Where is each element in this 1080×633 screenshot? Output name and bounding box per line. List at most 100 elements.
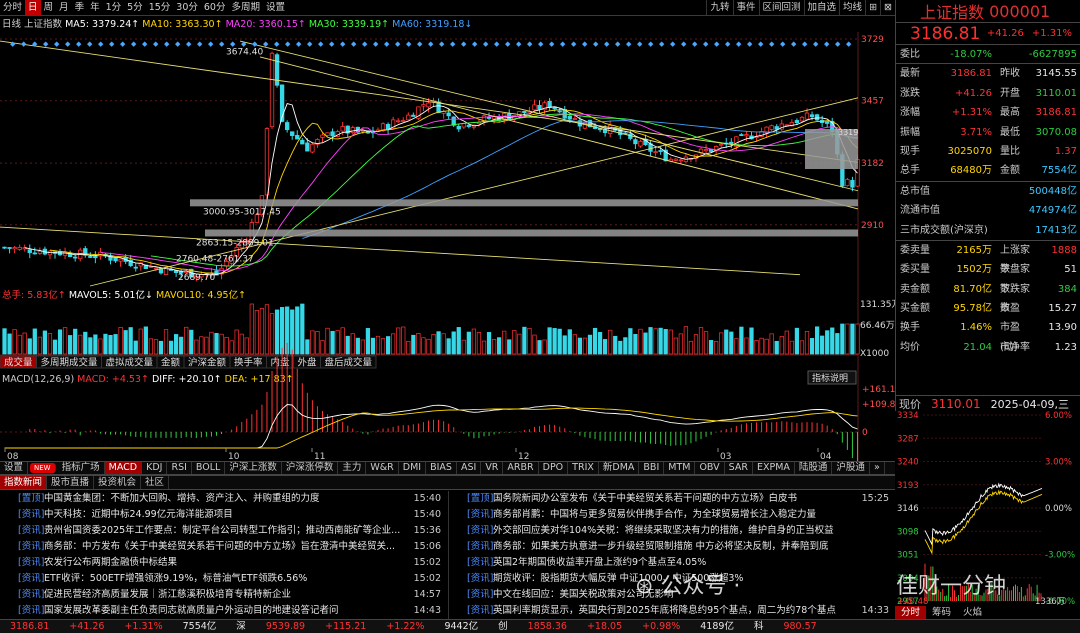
news-tab[interactable]: 指数新闻 xyxy=(0,476,48,489)
indicator-tab[interactable]: RSI xyxy=(167,462,192,474)
period-tab[interactable]: 30分 xyxy=(173,0,201,15)
indicator-tab[interactable]: » xyxy=(870,462,885,474)
indicator-tab[interactable]: 沪股通 xyxy=(832,462,870,474)
news-item[interactable]: [资讯] 商务部：中方发布《关于中美经贸关系若干问题的中方立场》旨在澄清中美经贸关… xyxy=(0,539,447,555)
indicator-tab[interactable]: 设置 xyxy=(0,462,29,474)
news-item[interactable]: [资讯] 商务部：如果美方执意进一步升级经贸限制措施 中方必将坚决反制，并奉陪到底 xyxy=(449,539,895,555)
volume-bar xyxy=(98,338,103,355)
news-headline[interactable]: 贵州省国资委2025年工作要点：制定平台公司转型工作指引；推动西南能矿等企业..… xyxy=(44,523,407,539)
indicator-tab[interactable]: ASI xyxy=(457,462,482,474)
period-tab[interactable]: 5分 xyxy=(124,0,146,15)
indicator-tab[interactable]: W&R xyxy=(366,462,399,474)
indicator-tab[interactable]: 沪深上涨数 xyxy=(225,462,282,474)
tool-button[interactable]: ⊠ xyxy=(880,0,895,15)
indicator-tab[interactable]: 新DMA xyxy=(599,462,640,474)
indicator-tab[interactable]: SAR xyxy=(725,462,753,474)
volume-bar xyxy=(799,340,805,355)
news-headline[interactable]: 商务部：中方发布《关于中美经贸关系若干问题的中方立场》旨在澄清中美经贸关... xyxy=(44,539,407,555)
news-headline[interactable]: 外交部回应美对华104%关税：将继续采取坚决有力的措施，维护自身的正当权益 xyxy=(493,523,855,539)
candle-body xyxy=(32,252,37,255)
news-headline[interactable]: 农发行公布两期金融债中标结果 xyxy=(44,555,407,571)
stat-row: 现手 3025070 量比 1.37 xyxy=(896,142,1080,161)
news-item[interactable]: [资讯] 商务部肖鹏：中国将与更多贸易伙伴携手合作，为全球贸易增长注入稳定力量 xyxy=(449,507,895,523)
signal-diamond: ◆ xyxy=(296,40,302,48)
stat-row: 涨幅 +1.31% 最高 3186.81 xyxy=(896,103,1080,122)
volume-tab-label: 虚拟成交量 xyxy=(106,357,154,369)
indicator-tab[interactable]: NEW xyxy=(30,463,56,473)
intraday-tab[interactable]: 分时 xyxy=(895,606,927,619)
indicator-tab[interactable]: MTM xyxy=(664,462,696,474)
news-tab[interactable]: 社区 xyxy=(141,476,170,489)
period-tab[interactable]: 1分 xyxy=(103,0,125,15)
period-tab[interactable]: 月 xyxy=(56,0,72,15)
indicator-tab[interactable]: VR xyxy=(481,462,504,474)
news-headline[interactable]: 中国黄金集团：不断加大回购、增持、资产注入、并购重组的力度 xyxy=(44,491,407,507)
news-item[interactable]: [资讯] 英国利率期货显示，英国央行到2025年底将降息约95个基点，周二为约78… xyxy=(449,603,895,619)
news-item[interactable]: [资讯] 国家发展改革委副主任负责同志就高质量户外运动目的地建设答记者问 14:43 xyxy=(0,603,447,619)
indicator-tab[interactable]: DPO xyxy=(539,462,569,474)
news-item[interactable]: [资讯] 外交部回应美对华104%关税：将继续采取坚决有力的措施，维护自身的正当权… xyxy=(449,523,895,539)
indicator-tab[interactable]: 主力 xyxy=(338,462,367,474)
intraday-tab[interactable]: 筹码 xyxy=(926,606,957,619)
period-tab[interactable]: 日 xyxy=(25,0,41,15)
intraday-pct-tick: 6.00% xyxy=(1045,411,1072,421)
tool-button[interactable]: 区间回测 xyxy=(758,0,804,15)
news-tab[interactable]: 投资机会 xyxy=(94,476,142,489)
indicator-tab[interactable]: TRIX xyxy=(568,462,599,474)
news-headline[interactable]: 商务部：如果美方执意进一步升级经贸限制措施 中方必将坚决反制，并奉陪到底 xyxy=(493,539,855,555)
volume-bar xyxy=(592,327,598,355)
intraday-tab[interactable]: 火焰 xyxy=(957,606,988,619)
indicator-tab[interactable]: OBV xyxy=(695,462,725,474)
news-headline[interactable]: 国务院新闻办公室发布《关于中美经贸关系若干问题的中方立场》白皮书 xyxy=(493,491,855,507)
volume-tab-label: 成交量 xyxy=(4,357,33,369)
indicator-tab[interactable]: BOLL xyxy=(192,462,226,474)
period-tab[interactable]: 年 xyxy=(87,0,103,15)
indicator-tab[interactable]: BBI xyxy=(639,462,665,474)
period-tab[interactable]: 周 xyxy=(41,0,57,15)
news-item[interactable]: [资讯] ETF收评：500ETF增强领涨9.19%，标普油气ETF领跌6.56%… xyxy=(0,571,447,587)
indicator-tab[interactable]: 沪深涨停数 xyxy=(282,462,339,474)
intraday-title: 现价 3110.01 2025-04-09,三 xyxy=(895,395,1080,411)
signal-diamond: ◆ xyxy=(208,40,214,48)
indicator-tab[interactable]: 指标广场 xyxy=(58,462,105,474)
period-tab[interactable]: 设置 xyxy=(263,0,288,15)
tool-button[interactable]: 均线 xyxy=(839,0,865,15)
intraday-pct-tick: -3.00% xyxy=(1045,551,1075,561)
news-headline[interactable]: 商务部肖鹏：中国将与更多贸易伙伴携手合作，为全球贸易增长注入稳定力量 xyxy=(493,507,855,523)
period-tab[interactable]: 多周期 xyxy=(228,0,263,15)
news-headline[interactable]: 英国利率期货显示，英国央行到2025年底将降息约95个基点，周二为约78个基点 xyxy=(493,603,855,619)
period-tab[interactable]: 季 xyxy=(72,0,88,15)
news-item[interactable]: [资讯] 中天科技：近期中标24.99亿元海洋能源项目 15:40 xyxy=(0,507,447,523)
volume-bar xyxy=(597,332,603,355)
news-item[interactable]: [资讯] 贵州省国资委2025年工作要点：制定平台公司转型工作指引；推动西南能矿等… xyxy=(0,523,447,539)
volume-bar xyxy=(693,334,699,355)
indicator-tab[interactable]: BIAS xyxy=(426,462,457,474)
news-item[interactable]: [资讯] 农发行公布两期金融债中标结果 15:02 xyxy=(0,555,447,571)
news-tag: [资讯] xyxy=(18,573,45,584)
tool-button[interactable]: 加自选 xyxy=(803,0,840,15)
news-item[interactable]: [资讯] 促进民营经济高质量发展｜浙江慈溪积极培育专精特新企业 14:57 xyxy=(0,587,447,603)
period-tab[interactable]: 分时 xyxy=(0,0,25,15)
period-tab[interactable]: 15分 xyxy=(146,0,174,15)
tool-button[interactable]: 九转 xyxy=(706,0,732,15)
news-item[interactable]: [置顶] 国务院新闻办公室发布《关于中美经贸关系若干问题的中方立场》白皮书 15:2… xyxy=(449,491,895,507)
indicator-tab[interactable]: KDJ xyxy=(142,462,168,474)
news-headline[interactable]: 促进民营经济高质量发展｜浙江慈溪积极培育专精特新企业 xyxy=(44,587,407,603)
indicator-tab[interactable]: EXPMA xyxy=(753,462,795,474)
news-headline[interactable]: 国家发展改革委副主任负责同志就高质量户外运动目的地建设答记者问 xyxy=(44,603,407,619)
news-headline[interactable]: 中天科技：近期中标24.99亿元海洋能源项目 xyxy=(44,507,407,523)
indicator-tab[interactable]: DMI xyxy=(399,462,427,474)
tool-button[interactable]: 事件 xyxy=(732,0,759,15)
news-tab[interactable]: 股市直播 xyxy=(47,476,95,489)
indicator-tab[interactable]: ARBR xyxy=(503,462,539,474)
stat-value: 21.04 xyxy=(963,341,992,353)
news-headline[interactable]: ETF收评：500ETF增强领涨9.19%，标普油气ETF领跌6.56% xyxy=(44,571,407,587)
indicator-tab[interactable]: 陆股通 xyxy=(795,462,833,474)
period-tab[interactable]: 60分 xyxy=(201,0,229,15)
news-item[interactable]: [置顶] 中国黄金集团：不断加大回购、增持、资产注入、并购重组的力度 15:40 xyxy=(0,491,447,507)
news-time: 15:40 xyxy=(413,493,441,504)
kline-chart[interactable]: 3729 3457 3182 2910 3674.40 2689.70 3000.95-30… xyxy=(0,16,895,461)
tool-button[interactable]: ⊞ xyxy=(865,0,880,15)
volume-bar xyxy=(552,328,557,355)
indicator-tab[interactable]: MACD xyxy=(104,462,143,474)
